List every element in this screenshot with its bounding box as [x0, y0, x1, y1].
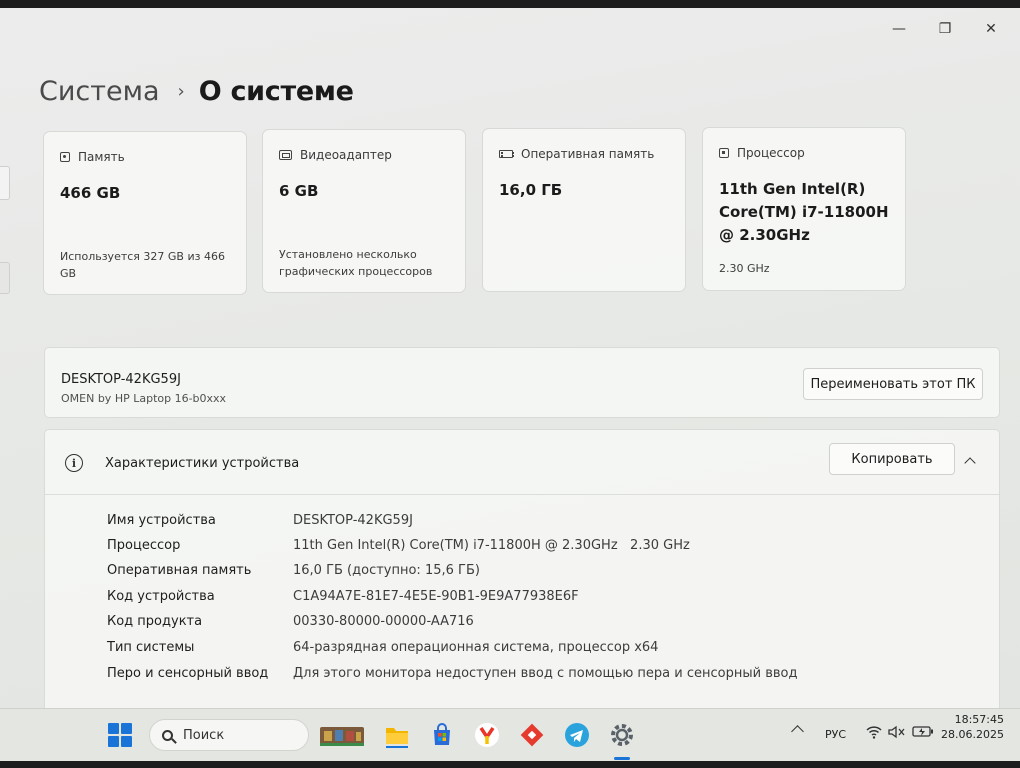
- widgets-icon[interactable]: [318, 721, 366, 749]
- spec-label: Код устройства: [107, 588, 215, 604]
- spec-row: Имя устройства DESKTOP-42KG59J: [107, 508, 413, 532]
- spec-value: 64-разрядная операционная система, проце…: [293, 639, 659, 655]
- tray-overflow-chevron-icon[interactable]: [791, 725, 804, 738]
- battery-charging-icon[interactable]: [912, 725, 934, 738]
- page-title: О системе: [198, 76, 354, 107]
- search-icon: [162, 729, 173, 741]
- gpu-card-header: Видеоадаптер: [279, 148, 392, 162]
- taskbar-search[interactable]: Поиск: [149, 719, 309, 751]
- storage-card-header: Память: [60, 150, 125, 164]
- file-explorer-icon[interactable]: [383, 721, 411, 749]
- spec-value: 11th Gen Intel(R) Core(TM) i7-11800H @ 2…: [293, 537, 690, 553]
- spec-value: Для этого монитора недоступен ввод с пом…: [293, 665, 798, 681]
- spec-label: Имя устройства: [107, 512, 216, 528]
- settings-window: — ❐ ✕ Система › О системе Память 466 GB …: [0, 8, 1020, 708]
- telegram-icon[interactable]: [563, 721, 591, 749]
- device-name-panel: DESKTOP-42KG59J OMEN by HP Laptop 16-b0x…: [44, 347, 1000, 418]
- storage-card-value: 466 GB: [60, 184, 121, 202]
- breadcrumb: Система › О системе: [39, 76, 354, 107]
- gpu-card-value: 6 GB: [279, 182, 319, 200]
- wifi-icon[interactable]: [866, 725, 882, 739]
- breadcrumb-separator: ›: [177, 81, 185, 102]
- yandex-browser-icon[interactable]: [473, 721, 501, 749]
- spec-row: Процессор 11th Gen Intel(R) Core(TM) i7-…: [107, 533, 690, 557]
- microsoft-store-icon[interactable]: [428, 721, 456, 749]
- gpu-icon: [279, 150, 292, 160]
- spec-label: Процессор: [107, 537, 181, 553]
- minimize-button[interactable]: —: [876, 14, 922, 44]
- storage-card[interactable]: Память 466 GB Используется 327 GB из 466…: [43, 131, 247, 295]
- cpu-card-sub: 2.30 GHz: [719, 262, 770, 275]
- ram-card-header: Оперативная память: [499, 147, 654, 161]
- taskbar: Поиск РУС 18:57:45 28.06.2025: [0, 708, 1020, 761]
- close-button[interactable]: ✕: [968, 14, 1014, 44]
- sidebar-edge-secondary[interactable]: [0, 262, 10, 294]
- taskbar-clock[interactable]: 18:57:45 28.06.2025: [941, 712, 1004, 742]
- anydesk-icon[interactable]: [518, 721, 546, 749]
- spec-value: C1A94A7E-81E7-4E5E-90B1-9E9A77938E6F: [293, 588, 579, 604]
- storage-card-sub: Используется 327 GB из 466 GB: [60, 250, 225, 280]
- storage-icon: [60, 152, 70, 162]
- sidebar-edge[interactable]: [0, 166, 10, 200]
- settings-gear-icon[interactable]: [608, 721, 636, 749]
- breadcrumb-parent[interactable]: Система: [39, 76, 160, 107]
- storage-card-title: Память: [78, 150, 125, 164]
- chevron-up-icon[interactable]: [959, 450, 981, 472]
- windows-start-icon[interactable]: [108, 723, 132, 747]
- restore-button[interactable]: ❐: [922, 14, 968, 44]
- gpu-card[interactable]: Видеоадаптер 6 GB Установлено несколько …: [262, 129, 466, 293]
- cpu-card-header: Процессор: [719, 146, 805, 160]
- cpu-icon: [719, 148, 729, 158]
- clock-time: 18:57:45: [954, 713, 1004, 726]
- spec-label: Перо и сенсорный ввод: [107, 665, 269, 681]
- volume-muted-icon[interactable]: [888, 725, 906, 739]
- cpu-card-value: 11th Gen Intel(R) Core(TM) i7-11800H @ 2…: [719, 180, 889, 244]
- ram-icon: [499, 150, 514, 158]
- window-controls: — ❐ ✕: [876, 14, 1014, 44]
- spec-row: Код продукта 00330-80000-00000-AA716: [107, 609, 474, 633]
- gpu-card-sub: Установлено несколько графических процес…: [279, 248, 433, 278]
- spec-value: 16,0 ГБ (доступно: 15,6 ГБ): [293, 562, 480, 578]
- device-model: OMEN by HP Laptop 16-b0xxx: [61, 392, 227, 405]
- spec-label: Тип системы: [107, 639, 195, 655]
- spec-row: Перо и сенсорный ввод Для этого монитора…: [107, 661, 797, 685]
- device-specs-panel: i Характеристики устройства Копировать И…: [44, 429, 1000, 708]
- input-language[interactable]: РУС: [825, 728, 846, 741]
- rename-pc-button[interactable]: Переименовать этот ПК: [803, 368, 983, 400]
- spec-value: DESKTOP-42KG59J: [293, 512, 413, 528]
- copy-button[interactable]: Копировать: [829, 443, 955, 475]
- spec-label: Оперативная память: [107, 562, 252, 578]
- search-label: Поиск: [183, 727, 225, 743]
- clock-date: 28.06.2025: [941, 728, 1004, 741]
- ram-card[interactable]: Оперативная память 16,0 ГБ: [482, 128, 686, 292]
- spec-value: 00330-80000-00000-AA716: [293, 613, 474, 629]
- ram-card-value: 16,0 ГБ: [499, 181, 563, 199]
- active-app-indicator: [614, 757, 630, 760]
- gpu-card-title: Видеоадаптер: [300, 148, 392, 162]
- cpu-card[interactable]: Процессор 11th Gen Intel(R) Core(TM) i7-…: [702, 127, 906, 291]
- spec-label: Код продукта: [107, 613, 203, 629]
- device-name: DESKTOP-42KG59J: [61, 372, 181, 387]
- spec-row: Оперативная память 16,0 ГБ (доступно: 15…: [107, 558, 480, 582]
- cpu-card-title: Процессор: [737, 146, 805, 160]
- info-icon: i: [65, 454, 83, 472]
- specs-title[interactable]: Характеристики устройства: [105, 456, 299, 471]
- specs-divider: [45, 494, 999, 495]
- spec-row: Тип системы 64-разрядная операционная си…: [107, 635, 658, 659]
- ram-card-title: Оперативная память: [521, 147, 655, 161]
- spec-row: Код устройства C1A94A7E-81E7-4E5E-90B1-9…: [107, 584, 579, 608]
